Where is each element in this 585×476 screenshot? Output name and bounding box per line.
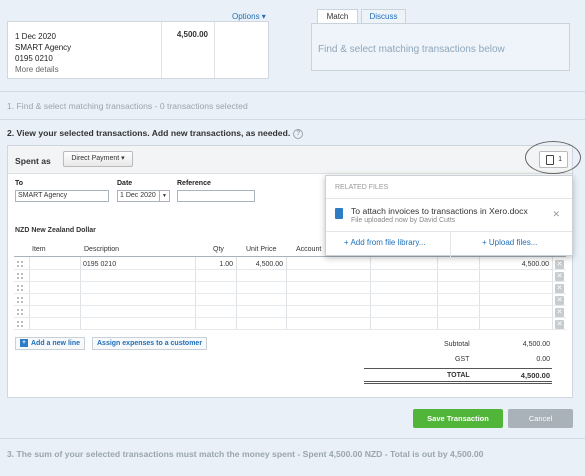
row-unit-price[interactable]: 4,500.00 [238,261,283,268]
divider [0,91,585,92]
add-line-label: Add a new line [31,340,81,347]
delete-icon[interactable]: ✕ [555,308,564,317]
statement-details: 1 Dec 2020 SMART Agency 0195 0210 More d… [8,22,162,78]
gst-label: GST [455,356,470,363]
total-label: TOTAL [447,372,470,379]
drag-handle-icon[interactable] [17,285,23,291]
drag-handle-icon[interactable] [17,273,23,279]
header-item: Item [32,246,46,253]
help-icon[interactable]: ? [293,128,304,139]
options-menu[interactable]: Options ▾ [232,12,266,21]
table-row[interactable]: ✕ [14,282,566,294]
spent-as-label: Spent as [15,156,51,166]
table-row[interactable]: ✕ [14,318,566,330]
step-1-heading[interactable]: 1. Find & select matching transactions -… [7,101,248,111]
delete-icon[interactable]: ✕ [555,272,564,281]
header-qty: Qty [213,246,224,253]
tab-discuss[interactable]: Discuss [361,9,406,24]
more-details-link[interactable]: More details [15,64,161,75]
step-3-heading: 3. The sum of your selected transactions… [7,449,484,459]
bank-statement-line: 1 Dec 2020 SMART Agency 0195 0210 More d… [7,21,269,79]
match-panel: Find & select matching transactions belo… [311,23,570,71]
calendar-dropdown-icon[interactable]: ▼ [159,191,169,201]
statement-amount: 4,500.00 [162,22,215,78]
date-value: 1 Dec 2020 [120,192,156,199]
file-upload-info: File uploaded now by David Cutts [351,217,456,224]
add-from-library-link[interactable]: + Add from file library... [344,238,425,247]
assign-expenses-button[interactable]: Assign expenses to a customer [92,337,208,350]
drag-handle-icon[interactable] [17,309,23,315]
statement-reference: 0195 0210 [15,54,53,63]
reference-field[interactable] [177,190,255,202]
highlight-circle [525,141,581,174]
header-unit-price: Unit Price [246,246,277,253]
close-icon[interactable]: ✕ [552,209,560,220]
currency-label: NZD New Zealand Dollar [15,227,96,234]
statement-date: 1 Dec 2020 [15,32,56,41]
transaction-type-dropdown[interactable]: Direct Payment ▾ [63,151,133,167]
divider [0,438,585,439]
table-row[interactable]: ✕ [14,270,566,282]
add-line-button[interactable]: + Add a new line [15,337,86,350]
step-2-text: 2. View your selected transactions. Add … [7,128,291,138]
total-value: 4,500.00 [520,371,550,380]
table-row[interactable]: 0195 0210 1.00 4,500.00 4,500.00 ✕ [14,258,566,270]
related-files-title: RELATED FILES [335,184,389,191]
table-row[interactable]: ✕ [14,306,566,318]
row-qty[interactable]: 1.00 [197,261,233,268]
delete-icon[interactable]: ✕ [555,320,564,329]
statement-payee: SMART Agency [15,43,72,52]
file-name-link[interactable]: To attach invoices to transactions in Xe… [351,206,528,216]
add-line-icon: + [20,339,28,348]
word-file-icon [335,208,343,219]
tab-match[interactable]: Match [317,9,358,24]
subtotal-label: Subtotal [444,341,470,348]
related-files-popup: RELATED FILES To attach invoices to tran… [325,175,573,257]
delete-icon[interactable]: ✕ [555,296,564,305]
to-label: To [15,180,24,187]
to-field[interactable]: SMART Agency [15,190,109,202]
reference-label: Reference [177,180,211,187]
cancel-button[interactable]: Cancel [508,409,573,428]
upload-files-link[interactable]: + Upload files... [482,238,537,247]
drag-handle-icon[interactable] [17,321,23,327]
header-description: Description [84,246,120,253]
row-description[interactable]: 0195 0210 [83,261,116,268]
header-account: Account [296,246,322,253]
table-row[interactable]: ✕ [14,294,566,306]
divider [0,119,585,120]
delete-icon[interactable]: ✕ [555,260,564,269]
step-2-heading: 2. View your selected transactions. Add … [7,128,304,139]
subtotal-value: 4,500.00 [522,341,550,348]
match-panel-text: Find & select matching transactions belo… [318,44,505,55]
date-field[interactable]: 1 Dec 2020 ▼ [117,190,170,202]
drag-handle-icon[interactable] [17,297,23,303]
row-amount: 4,500.00 [521,261,549,268]
delete-icon[interactable]: ✕ [555,284,564,293]
drag-handle-icon[interactable] [17,261,23,267]
gst-value: 0.00 [536,356,550,363]
date-label: Date [117,180,133,187]
statement-empty-cell [215,22,270,78]
save-transaction-button[interactable]: Save Transaction [413,409,503,428]
